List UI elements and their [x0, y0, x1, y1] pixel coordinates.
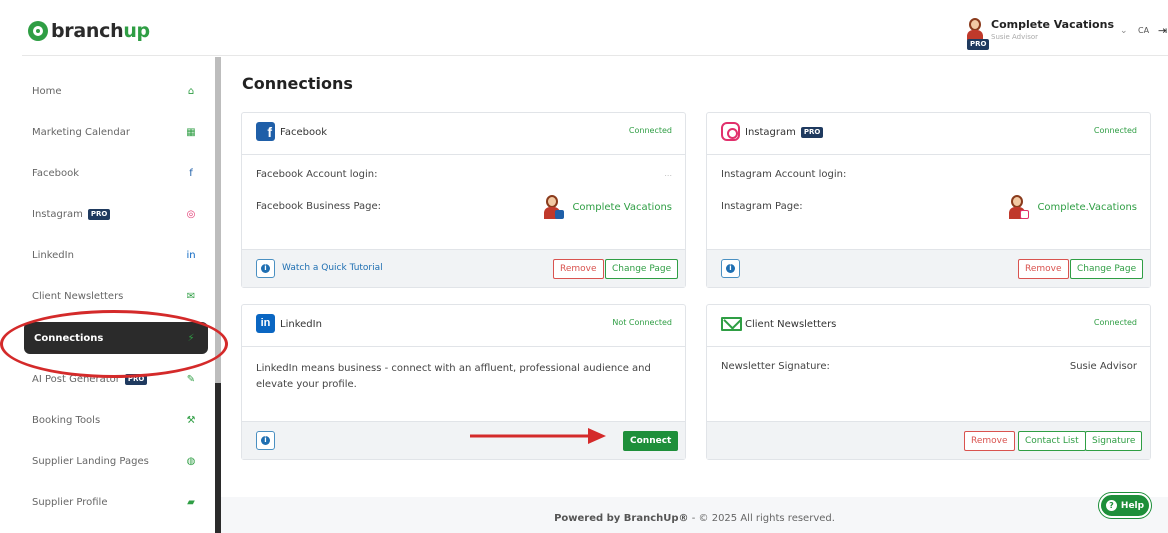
chevron-down-icon[interactable]: ⌄ [1120, 26, 1128, 36]
sidebar-item-facebook[interactable]: Facebook f [22, 157, 208, 189]
logout-icon[interactable]: ⇥ [1158, 24, 1167, 37]
linkedin-icon: in [256, 314, 275, 333]
status-badge: Not Connected [612, 318, 672, 327]
annotation-highlight-ellipse [0, 310, 228, 378]
change-page-button[interactable]: Change Page [1070, 259, 1144, 279]
info-icon: i [261, 436, 270, 445]
sidebar-item-label: Facebook [32, 167, 79, 179]
instagram-page-name: Complete.Vacations [1037, 201, 1137, 213]
sidebar-item-client-newsletters[interactable]: Client Newsletters ✉ [22, 280, 208, 312]
linkedin-card: in LinkedIn Not Connected LinkedIn means… [241, 304, 686, 460]
page-title: Connections [242, 74, 353, 93]
business-page-label: Facebook Business Page: [256, 201, 382, 212]
instagram-icon: ◎ [186, 208, 196, 220]
card-title: Instagram [745, 127, 796, 138]
mail-icon [721, 317, 742, 331]
account-subtitle: Susie Advisor [991, 33, 1039, 41]
remove-button[interactable]: Remove [964, 431, 1015, 451]
sidebar-item-supplier-landing-pages[interactable]: Supplier Landing Pages ◍ [22, 445, 208, 477]
footer-copyright: - © 2025 All rights reserved. [688, 513, 835, 524]
mail-icon: ✉ [186, 290, 196, 302]
branchup-logo-icon [28, 21, 48, 41]
sidebar-item-instagram[interactable]: Instagram PRO ◎ [22, 198, 208, 230]
language-selector[interactable]: CA [1138, 26, 1149, 35]
calendar-icon: ▦ [186, 126, 196, 138]
page-avatar [542, 195, 565, 219]
sidebar-item-label: Instagram [32, 208, 83, 220]
newsletter-signature-label: Newsletter Signature: [721, 361, 830, 372]
info-button[interactable]: i [256, 259, 275, 278]
info-button[interactable]: i [721, 259, 740, 278]
annotation-arrow [470, 428, 606, 444]
sidebar-item-label: Supplier Profile [32, 496, 108, 508]
globe-icon: ◍ [186, 455, 196, 467]
book-icon: ▰ [187, 496, 195, 508]
card-title: Facebook [280, 127, 327, 138]
info-icon: i [726, 264, 735, 273]
contact-list-button[interactable]: Contact List [1018, 431, 1086, 451]
status-badge: Connected [1093, 318, 1137, 327]
business-page-value[interactable]: Complete Vacations [542, 195, 672, 219]
avatar[interactable] [966, 18, 984, 40]
linkedin-icon: in [186, 249, 196, 261]
account-menu[interactable]: PRO Complete Vacations Susie Advisor ⌄ C… [966, 16, 1167, 52]
linkedin-description: LinkedIn means business - connect with a… [256, 363, 651, 390]
logo-text-branch: branch [51, 20, 124, 42]
footer: Powered by BranchUp® - © 2025 All rights… [221, 497, 1168, 533]
sidebar: Home ⌂ Marketing Calendar ▦ Facebook f I… [22, 57, 215, 533]
edit-icon: ✎ [186, 373, 196, 385]
status-badge: Connected [1093, 126, 1137, 135]
sidebar-item-supplier-profile[interactable]: Supplier Profile ▰ [22, 486, 208, 518]
card-title: LinkedIn [280, 319, 322, 330]
sidebar-item-label: Home [32, 85, 62, 97]
sidebar-item-label: Client Newsletters [32, 290, 124, 302]
page-avatar [1007, 195, 1030, 219]
instagram-page-value[interactable]: Complete.Vacations [1007, 195, 1137, 219]
info-icon: i [261, 264, 270, 273]
sidebar-item-label: Booking Tools [32, 414, 101, 426]
account-login-label: Facebook Account login: [256, 169, 378, 180]
card-title: Client Newsletters [745, 319, 837, 330]
instagram-page-label: Instagram Page: [721, 201, 803, 212]
account-login-value: ... [664, 169, 672, 178]
client-newsletters-card: Client Newsletters Connected Newsletter … [706, 304, 1151, 460]
status-badge: Connected [628, 126, 672, 135]
signature-button[interactable]: Signature [1085, 431, 1143, 451]
home-icon: ⌂ [187, 85, 195, 97]
footer-powered: Powered by BranchUp® [554, 513, 689, 524]
remove-button[interactable]: Remove [553, 259, 604, 279]
facebook-icon: f [189, 167, 193, 179]
instagram-icon [721, 122, 740, 141]
account-login-label: Instagram Account login: [721, 169, 847, 180]
branchup-logo[interactable]: branchup [28, 20, 150, 42]
wrench-icon: ⚒ [186, 414, 196, 426]
sidebar-item-label: Marketing Calendar [32, 126, 130, 138]
help-label: Help [1120, 500, 1145, 511]
newsletter-signature-value: Susie Advisor [1069, 361, 1137, 372]
logo-text-up: up [123, 20, 150, 42]
account-name: Complete Vacations [991, 18, 1114, 31]
sidebar-item-label: LinkedIn [32, 249, 74, 261]
instagram-card: Instagram PRO Connected Instagram Account… [706, 112, 1151, 288]
help-icon: ? [1105, 500, 1117, 511]
pro-badge: PRO [800, 127, 824, 138]
sidebar-item-marketing-calendar[interactable]: Marketing Calendar ▦ [22, 116, 208, 148]
pro-badge: PRO [87, 208, 111, 220]
watch-tutorial-link[interactable]: Watch a Quick Tutorial [282, 263, 383, 273]
facebook-card: f Facebook Connected Facebook Account lo… [241, 112, 686, 288]
sidebar-item-booking-tools[interactable]: Booking Tools ⚒ [22, 404, 208, 436]
sidebar-item-label: Supplier Landing Pages [32, 455, 149, 467]
change-page-button[interactable]: Change Page [605, 259, 679, 279]
top-bar: branchup PRO Complete Vacations Susie Ad… [22, 4, 1168, 56]
remove-button[interactable]: Remove [1018, 259, 1069, 279]
sidebar-item-linkedin[interactable]: LinkedIn in [22, 239, 208, 271]
business-page-name: Complete Vacations [572, 201, 672, 213]
pro-badge: PRO [967, 39, 990, 50]
info-button[interactable]: i [256, 431, 275, 450]
help-button[interactable]: ? Help [1099, 493, 1151, 518]
facebook-icon: f [256, 122, 275, 141]
sidebar-item-home[interactable]: Home ⌂ [22, 75, 208, 107]
connect-button[interactable]: Connect [623, 431, 679, 451]
